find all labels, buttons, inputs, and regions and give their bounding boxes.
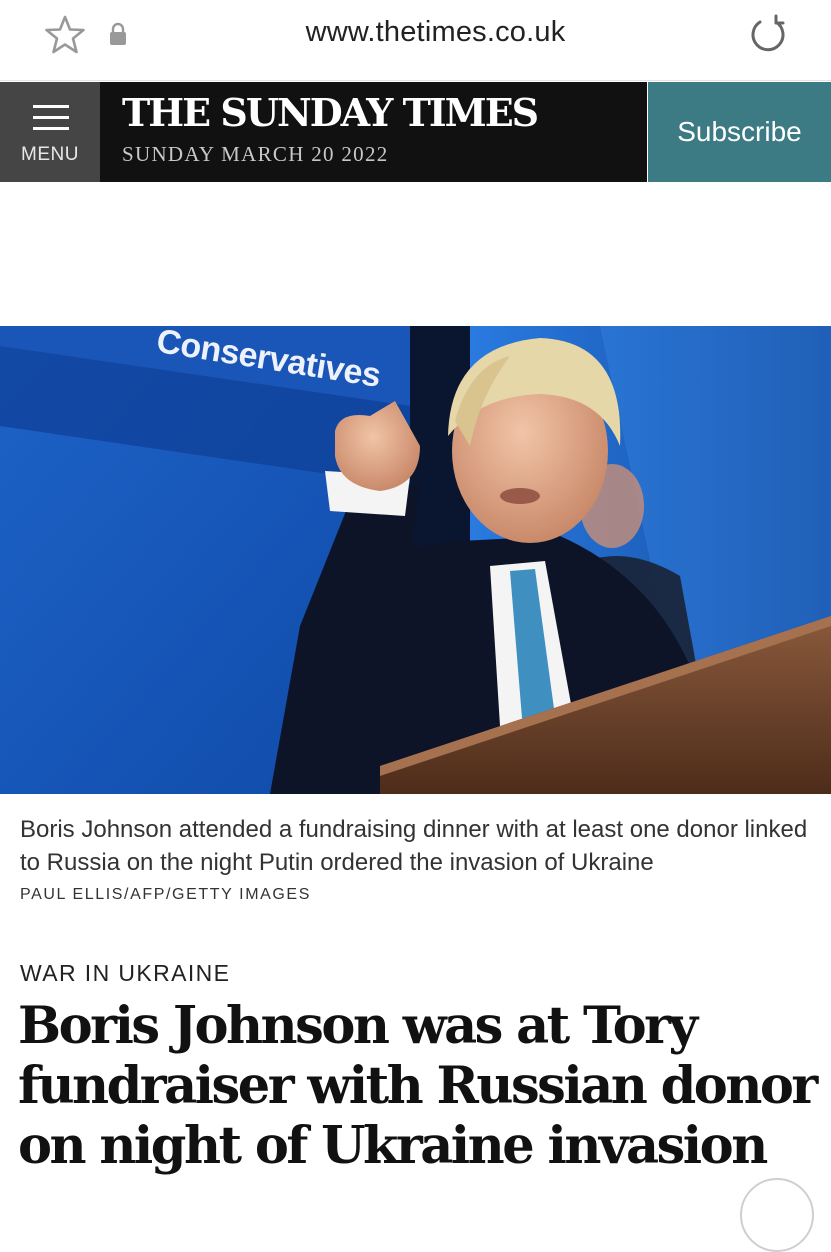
- subscribe-button[interactable]: Subscribe: [648, 82, 831, 182]
- reload-icon[interactable]: [748, 14, 788, 54]
- photo-caption: Boris Johnson attended a fundraising din…: [20, 816, 808, 876]
- article-headline: Boris Johnson was at Tory fundraiser wit…: [18, 996, 818, 1176]
- brand-date: SUNDAY MARCH 20 2022: [122, 142, 389, 166]
- hamburger-icon: [33, 105, 69, 135]
- site-header: MENU THE SUNDAY TIMES SUNDAY MARCH 20 20…: [0, 82, 831, 182]
- photo-illustration: [0, 326, 831, 794]
- scroll-button[interactable]: [740, 1178, 814, 1252]
- url-text[interactable]: www.thetimes.co.uk: [0, 16, 831, 49]
- brand-logo[interactable]: THE SUNDAY TIMES SUNDAY MARCH 20 2022: [100, 82, 647, 182]
- browser-url-bar: www.thetimes.co.uk: [0, 0, 831, 81]
- menu-label: MENU: [21, 144, 79, 165]
- article-photo: Conservatives: [0, 326, 831, 794]
- photo-credit: PAUL ELLIS/AFP/GETTY IMAGES: [20, 886, 311, 903]
- section-label[interactable]: WAR IN UKRAINE: [20, 960, 230, 987]
- brand-title: THE SUNDAY TIMES: [122, 90, 539, 135]
- menu-button[interactable]: MENU: [0, 82, 100, 182]
